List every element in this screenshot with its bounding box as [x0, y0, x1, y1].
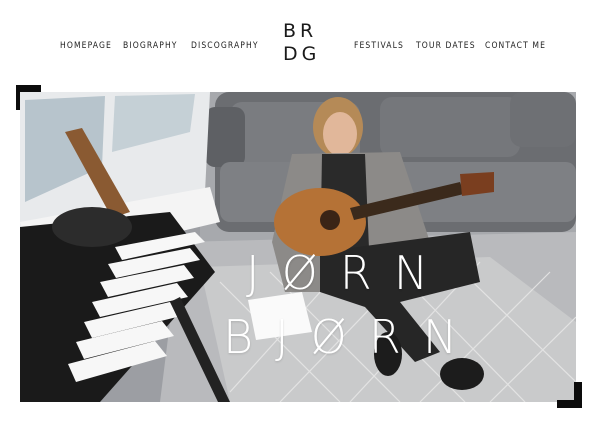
logo-line-2: DG: [283, 43, 321, 65]
nav-discography[interactable]: DISCOGRAPHY: [191, 41, 259, 51]
nav-contact-me[interactable]: CONTACT ME: [485, 41, 546, 51]
logo-line-1: BR: [283, 20, 318, 42]
nav-biography[interactable]: BIOGRAPHY: [123, 41, 178, 51]
nav-festivals[interactable]: FESTIVALS: [354, 41, 404, 51]
main-navigation: HOMEPAGE BIOGRAPHY DISCOGRAPHY BR DG FES…: [0, 0, 600, 88]
site-logo[interactable]: BR DG: [283, 20, 317, 66]
nav-tour-dates[interactable]: TOUR DATES: [416, 41, 476, 51]
nav-homepage[interactable]: HOMEPAGE: [60, 41, 112, 51]
hero-title-line-1: JØRN: [246, 246, 451, 300]
hero-title-line-2: BJØRN: [223, 310, 480, 364]
hero-image: JØRN BJØRN: [20, 92, 576, 402]
frame-corner-bottom-right: [557, 382, 582, 408]
